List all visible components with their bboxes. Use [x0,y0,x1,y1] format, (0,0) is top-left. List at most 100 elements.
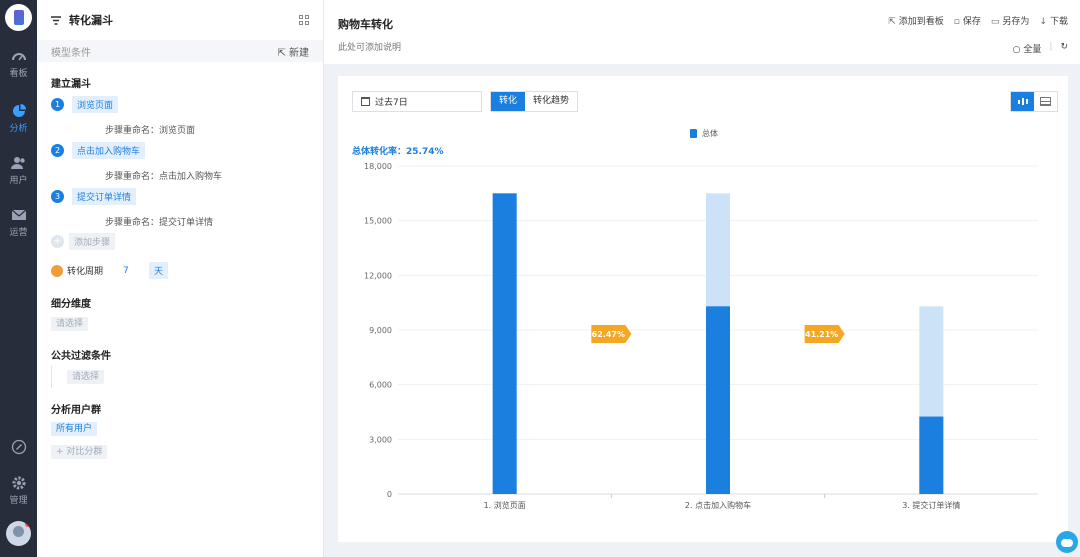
date-range-picker[interactable]: 过去7日 [352,91,482,112]
add-step-button[interactable]: + 添加步骤 [51,233,116,250]
nav-label: 管理 [9,496,28,506]
legend-swatch [690,129,697,138]
add-to-board-button[interactable]: ⇱ 添加到看板 [888,14,944,27]
avatar[interactable] [6,521,31,546]
y-tick-label: 12,000 [364,271,392,280]
chart-legend[interactable]: 总体 [690,128,718,139]
funnel-step: 1 浏览页面 [51,95,119,113]
step-event-tag[interactable]: 浏览页面 [72,95,119,113]
compare-group-button[interactable]: + 对比分群 [51,444,108,459]
pie-chart-icon [12,104,26,117]
download-label: 下载 [1049,17,1068,27]
view-switch [1010,91,1058,112]
fullscreen-label: 全量 [1023,45,1042,55]
analysis-tabs: 转化 转化趋势 [490,91,579,112]
overall-conversion-rate: 总体转化率：25.74% [352,147,444,157]
nav-item-users[interactable]: 用户 [0,155,37,195]
period-value-input[interactable]: 7 [123,266,143,276]
step-event-tag[interactable]: 提交订单详情 [72,187,137,205]
nav-item-analysis[interactable]: 分析 [0,103,37,143]
chart-card: 0 3,000 6,000 9,000 12,000 15,000 18,000 1. 浏览页… [338,76,1068,542]
view-controls: ○ 全量 | ↻ [1013,42,1068,55]
divider: | [1049,42,1053,52]
funnel-config-panel: 转化漏斗 模型条件 ⇱ 新建 建立漏斗 1 浏览页面 步骤重命名：浏览页面 2 … [37,0,324,557]
funnel-chart: 0 3,000 6,000 9,000 12,000 15,000 18,000 1. 浏览页… [364,162,1038,510]
download-icon: ↓ [1039,17,1047,27]
compare-group-label: + 对比分群 [51,445,108,459]
notification-dot [25,521,31,527]
step-number: 3 [51,189,64,203]
filter-divider [51,366,52,388]
new-button[interactable]: ⇱ 新建 [277,44,309,59]
save-button[interactable]: ▫ 保存 [954,14,981,27]
period-label: 转化周期 [67,267,104,277]
y-tick-label: 3,000 [369,435,392,444]
period-unit-select[interactable]: 天 [149,262,169,279]
chat-assistant-icon[interactable] [1056,531,1078,553]
refresh-icon[interactable]: ↻ [1060,42,1068,55]
table-view-button[interactable] [1034,92,1057,111]
date-range-value: 过去7日 [375,98,408,108]
nav-item-operations[interactable]: 运营 [0,207,37,247]
mail-icon [11,209,26,220]
report-title: 购物车转化 [338,18,393,31]
y-tick-label: 18,000 [364,162,392,171]
all-users-tag[interactable]: 所有用户 [51,421,98,436]
bar-chart-view-button[interactable] [1011,92,1034,111]
link-icon-button[interactable] [0,439,37,459]
save-icon: ▫ [953,17,960,27]
filter-title: 公共过滤条件 [51,351,111,362]
app-logo[interactable] [5,4,32,31]
nav-label: 用户 [9,176,28,186]
conversion-bar [919,416,944,494]
dimension-placeholder: 请选择 [51,317,89,331]
conversion-bar [492,193,517,494]
step-rate-label: 62.47% [592,330,625,339]
logo-icon [13,10,24,25]
filter-placeholder: 请选择 [67,370,105,384]
step-rename[interactable]: 步骤重命名：点击加入购物车 [105,169,222,182]
fullscreen-button[interactable]: ○ 全量 [1013,42,1042,55]
step-event-tag[interactable]: 点击加入购物车 [72,141,146,159]
export-icon: ⇱ [888,17,896,27]
x-tick-label: 3. 提交订单详情 [902,500,960,510]
step-number: 2 [51,143,64,157]
download-button[interactable]: ↓ 下载 [1039,14,1068,27]
nav-label: 运营 [9,228,28,238]
grid-icon[interactable] [299,15,309,25]
step-rate-label: 41.21% [805,330,838,339]
y-tick-label: 6,000 [369,381,392,390]
y-tick-label: 0 [387,490,392,499]
filter-select[interactable]: 请选择 [67,369,105,384]
conversion-bar [706,306,730,494]
x-tick-label: 2. 点击加入购物车 [685,500,751,510]
calendar-icon [51,264,63,277]
step-rename[interactable]: 步骤重命名：提交订单详情 [105,215,213,228]
dashboard-icon [11,53,26,61]
save-as-button[interactable]: ▭ 另存为 [991,14,1030,27]
save-as-label: 另存为 [1002,17,1030,27]
dimension-select[interactable]: 请选择 [51,316,89,331]
step-rename[interactable]: 步骤重命名：浏览页面 [105,123,195,136]
calendar-icon [361,97,370,106]
tab-conversion[interactable]: 转化 [491,92,526,111]
users-icon [10,157,25,169]
conversion-period: 转化周期 7 天 [51,262,169,279]
search-icon: ○ [1012,45,1021,55]
dimension-title: 细分维度 [51,299,91,310]
tab-conversion-trend[interactable]: 转化趋势 [525,92,577,111]
y-tick-label: 15,000 [364,217,392,226]
nav-item-admin[interactable]: 管理 [0,475,37,515]
user-group-title: 分析用户群 [51,405,101,416]
nav-item-dashboard[interactable]: 看板 [0,48,37,88]
save-label: 保存 [962,17,981,27]
copy-icon: ▭ [990,17,1000,27]
report-toolbar: ⇱ 添加到看板 ▫ 保存 ▭ 另存为 ↓ 下载 [888,14,1068,27]
plus-icon: + [51,235,64,248]
add-to-board-label: 添加到看板 [898,17,944,27]
y-tick-label: 9,000 [369,326,392,335]
link-icon [11,439,26,455]
report-description[interactable]: 此处可添加说明 [338,40,401,53]
nav-label: 分析 [9,124,28,134]
all-users-label: 所有用户 [51,422,98,436]
